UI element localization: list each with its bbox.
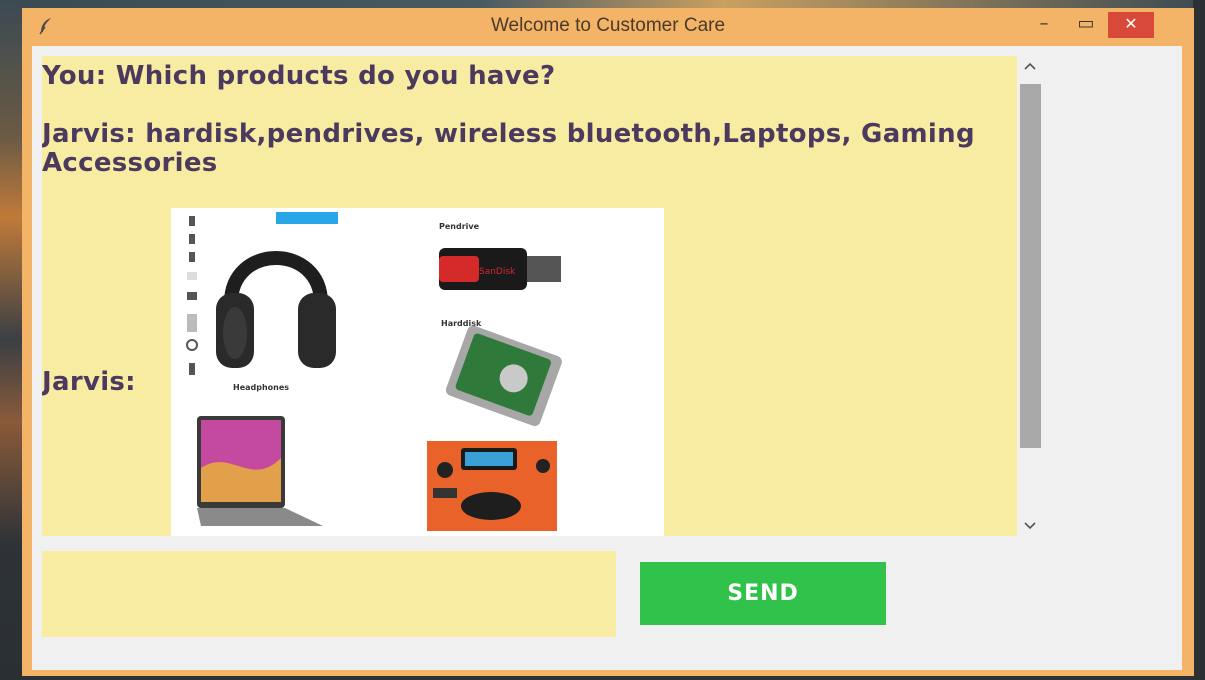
chat-log[interactable]: You: Which products do you have? Jarvis:…	[42, 56, 1017, 536]
laptop-picture	[197, 416, 323, 526]
product-image: Headphones Pendrive SanDisk Harddisk	[171, 208, 664, 536]
desktop-background-left	[0, 0, 22, 680]
send-button[interactable]: SEND	[640, 562, 886, 625]
message-input[interactable]	[42, 551, 616, 637]
chat-scrollbar[interactable]	[1017, 56, 1043, 536]
app-window: Welcome to Customer Care – ▭ ✕ You: Whic…	[22, 8, 1194, 676]
image-badge	[276, 212, 338, 224]
headphones-caption: Headphones	[233, 383, 289, 392]
minimize-icon[interactable]: –	[1027, 12, 1061, 38]
desktop-background-top	[0, 0, 1205, 8]
chat-message-bot-label: Jarvis:	[42, 367, 136, 397]
chevron-down-icon[interactable]	[1017, 516, 1043, 536]
pendrive-caption: Pendrive	[439, 222, 480, 231]
chevron-up-icon[interactable]	[1017, 56, 1043, 76]
scrollbar-thumb[interactable]	[1020, 84, 1041, 448]
window-title: Welcome to Customer Care	[490, 15, 726, 36]
svg-text:SanDisk: SanDisk	[479, 267, 516, 277]
window-client-area: You: Which products do you have? Jarvis:…	[32, 46, 1182, 670]
pendrive-picture: SanDisk	[439, 248, 561, 290]
desktop-background-right	[1193, 0, 1205, 680]
maximize-icon[interactable]: ▭	[1069, 12, 1103, 38]
chat-message-bot: Jarvis: hardisk,pendrives, wireless blue…	[42, 119, 975, 178]
harddisk-picture	[445, 325, 562, 427]
chat-message-user: You: Which products do you have?	[42, 61, 556, 91]
title-bar[interactable]: Welcome to Customer Care – ▭ ✕	[22, 8, 1194, 44]
gaming-accessories-picture	[427, 441, 557, 531]
headphones-picture	[216, 251, 336, 368]
close-icon[interactable]: ✕	[1108, 12, 1154, 38]
